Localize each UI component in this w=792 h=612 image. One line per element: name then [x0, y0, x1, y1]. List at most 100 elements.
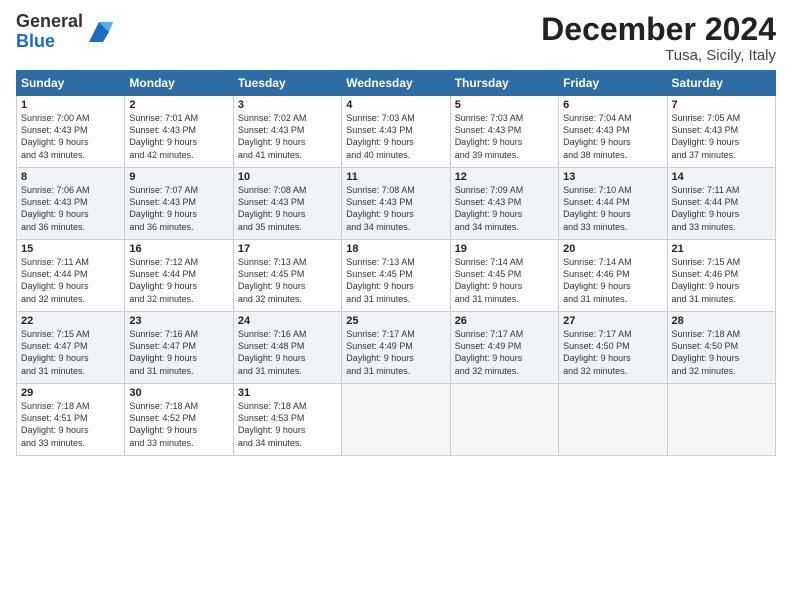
- day-info: Sunrise: 7:15 AMSunset: 4:46 PMDaylight:…: [672, 257, 741, 303]
- day-info: Sunrise: 7:11 AMSunset: 4:44 PMDaylight:…: [672, 185, 740, 231]
- calendar-cell: 11 Sunrise: 7:08 AMSunset: 4:43 PMDayligh…: [342, 168, 450, 240]
- day-info: Sunrise: 7:14 AMSunset: 4:46 PMDaylight:…: [563, 257, 632, 303]
- day-info: Sunrise: 7:16 AMSunset: 4:47 PMDaylight:…: [129, 329, 198, 375]
- day-number: 25: [346, 315, 445, 327]
- calendar-cell: 19 Sunrise: 7:14 AMSunset: 4:45 PMDayligh…: [450, 240, 558, 312]
- day-info: Sunrise: 7:18 AMSunset: 4:51 PMDaylight:…: [21, 401, 90, 447]
- title-block: December 2024 Tusa, Sicily, Italy: [541, 12, 776, 64]
- day-info: Sunrise: 7:10 AMSunset: 4:44 PMDaylight:…: [563, 185, 632, 231]
- calendar-cell: 14Sunrise: 7:11 AMSunset: 4:44 PMDayligh…: [667, 168, 775, 240]
- calendar-cell: 28 Sunrise: 7:18 AMSunset: 4:50 PMDayligh…: [667, 312, 775, 384]
- calendar-cell: 23 Sunrise: 7:16 AMSunset: 4:47 PMDayligh…: [125, 312, 233, 384]
- logo: General Blue: [16, 12, 113, 52]
- calendar-cell: 8 Sunrise: 7:06 AMSunset: 4:43 PMDaylight…: [17, 168, 125, 240]
- calendar-cell: 21 Sunrise: 7:15 AMSunset: 4:46 PMDayligh…: [667, 240, 775, 312]
- day-number: 29: [21, 387, 120, 399]
- day-number: 4: [346, 99, 445, 111]
- day-number: 26: [455, 315, 554, 327]
- col-saturday: Saturday: [667, 71, 775, 96]
- calendar-cell: 17 Sunrise: 7:13 AMSunset: 4:45 PMDayligh…: [233, 240, 341, 312]
- day-info: Sunrise: 7:08 AMSunset: 4:43 PMDaylight:…: [238, 185, 307, 231]
- day-number: 2: [129, 99, 228, 111]
- day-info: Sunrise: 7:18 AMSunset: 4:50 PMDaylight:…: [672, 329, 741, 375]
- calendar-cell: 26 Sunrise: 7:17 AMSunset: 4:49 PMDayligh…: [450, 312, 558, 384]
- calendar-cell: [342, 384, 450, 456]
- logo-icon: [85, 18, 113, 46]
- day-info: Sunrise: 7:08 AMSunset: 4:43 PMDaylight:…: [346, 185, 415, 231]
- calendar-week-4: 22Sunrise: 7:15 AMSunset: 4:47 PMDayligh…: [17, 312, 776, 384]
- day-info: Sunrise: 7:17 AMSunset: 4:49 PMDaylight:…: [455, 329, 524, 375]
- calendar-cell: [667, 384, 775, 456]
- calendar-cell: 6Sunrise: 7:04 AMSunset: 4:43 PMDaylight…: [559, 96, 667, 168]
- calendar-cell: 12Sunrise: 7:09 AMSunset: 4:43 PMDayligh…: [450, 168, 558, 240]
- calendar-cell: 4Sunrise: 7:03 AMSunset: 4:43 PMDaylight…: [342, 96, 450, 168]
- calendar-cell: 31 Sunrise: 7:18 AMSunset: 4:53 PMDayligh…: [233, 384, 341, 456]
- day-info: Sunrise: 7:00 AMSunset: 4:43 PMDaylight:…: [21, 113, 90, 159]
- day-number: 7: [672, 99, 771, 111]
- page-container: General Blue December 2024 Tusa, Sicily,…: [0, 0, 792, 464]
- day-number: 23: [129, 315, 228, 327]
- day-number: 31: [238, 387, 337, 399]
- calendar-cell: 2Sunrise: 7:01 AMSunset: 4:43 PMDaylight…: [125, 96, 233, 168]
- calendar-cell: [450, 384, 558, 456]
- calendar-cell: 15 Sunrise: 7:11 AMSunset: 4:44 PMDayligh…: [17, 240, 125, 312]
- calendar-cell: 25Sunrise: 7:17 AMSunset: 4:49 PMDayligh…: [342, 312, 450, 384]
- day-info: Sunrise: 7:13 AMSunset: 4:45 PMDaylight:…: [238, 257, 307, 303]
- day-number: 8: [21, 171, 120, 183]
- calendar-week-2: 8 Sunrise: 7:06 AMSunset: 4:43 PMDaylight…: [17, 168, 776, 240]
- calendar-cell: 20 Sunrise: 7:14 AMSunset: 4:46 PMDayligh…: [559, 240, 667, 312]
- header: General Blue December 2024 Tusa, Sicily,…: [16, 12, 776, 64]
- calendar-cell: 27 Sunrise: 7:17 AMSunset: 4:50 PMDayligh…: [559, 312, 667, 384]
- day-number: 21: [672, 243, 771, 255]
- day-number: 16: [129, 243, 228, 255]
- calendar-week-3: 15 Sunrise: 7:11 AMSunset: 4:44 PMDayligh…: [17, 240, 776, 312]
- day-info: Sunrise: 7:14 AMSunset: 4:45 PMDaylight:…: [455, 257, 524, 303]
- day-info: Sunrise: 7:11 AMSunset: 4:44 PMDaylight:…: [21, 257, 89, 303]
- day-number: 15: [21, 243, 120, 255]
- day-number: 17: [238, 243, 337, 255]
- day-number: 9: [129, 171, 228, 183]
- calendar-cell: 13 Sunrise: 7:10 AMSunset: 4:44 PMDayligh…: [559, 168, 667, 240]
- col-thursday: Thursday: [450, 71, 558, 96]
- day-number: 20: [563, 243, 662, 255]
- calendar-week-1: 1 Sunrise: 7:00 AMSunset: 4:43 PMDaylight…: [17, 96, 776, 168]
- day-info: Sunrise: 7:16 AMSunset: 4:48 PMDaylight:…: [238, 329, 307, 375]
- day-number: 27: [563, 315, 662, 327]
- calendar-cell: 7 Sunrise: 7:05 AMSunset: 4:43 PMDaylight…: [667, 96, 775, 168]
- day-info: Sunrise: 7:15 AMSunset: 4:47 PMDaylight:…: [21, 329, 90, 375]
- day-info: Sunrise: 7:12 AMSunset: 4:44 PMDaylight:…: [129, 257, 198, 303]
- day-info: Sunrise: 7:18 AMSunset: 4:53 PMDaylight:…: [238, 401, 307, 447]
- header-row: Sunday Monday Tuesday Wednesday Thursday…: [17, 71, 776, 96]
- day-info: Sunrise: 7:05 AMSunset: 4:43 PMDaylight:…: [672, 113, 741, 159]
- col-tuesday: Tuesday: [233, 71, 341, 96]
- calendar-cell: [559, 384, 667, 456]
- day-info: Sunrise: 7:06 AMSunset: 4:43 PMDaylight:…: [21, 185, 90, 231]
- calendar-cell: 10Sunrise: 7:08 AMSunset: 4:43 PMDayligh…: [233, 168, 341, 240]
- day-number: 1: [21, 99, 120, 111]
- day-info: Sunrise: 7:07 AMSunset: 4:43 PMDaylight:…: [129, 185, 198, 231]
- calendar-cell: 9 Sunrise: 7:07 AMSunset: 4:43 PMDaylight…: [125, 168, 233, 240]
- day-info: Sunrise: 7:18 AMSunset: 4:52 PMDaylight:…: [129, 401, 198, 447]
- calendar-cell: 16 Sunrise: 7:12 AMSunset: 4:44 PMDayligh…: [125, 240, 233, 312]
- day-number: 13: [563, 171, 662, 183]
- day-info: Sunrise: 7:17 AMSunset: 4:50 PMDaylight:…: [563, 329, 632, 375]
- day-number: 24: [238, 315, 337, 327]
- calendar-table: Sunday Monday Tuesday Wednesday Thursday…: [16, 70, 776, 456]
- calendar-cell: 22Sunrise: 7:15 AMSunset: 4:47 PMDayligh…: [17, 312, 125, 384]
- day-info: Sunrise: 7:02 AMSunset: 4:43 PMDaylight:…: [238, 113, 307, 159]
- calendar-cell: 1 Sunrise: 7:00 AMSunset: 4:43 PMDaylight…: [17, 96, 125, 168]
- location: Tusa, Sicily, Italy: [541, 47, 776, 64]
- day-number: 28: [672, 315, 771, 327]
- calendar-cell: 30Sunrise: 7:18 AMSunset: 4:52 PMDayligh…: [125, 384, 233, 456]
- day-number: 12: [455, 171, 554, 183]
- day-number: 11: [346, 171, 445, 183]
- col-friday: Friday: [559, 71, 667, 96]
- day-number: 19: [455, 243, 554, 255]
- col-wednesday: Wednesday: [342, 71, 450, 96]
- day-number: 5: [455, 99, 554, 111]
- day-number: 18: [346, 243, 445, 255]
- col-monday: Monday: [125, 71, 233, 96]
- day-number: 6: [563, 99, 662, 111]
- day-number: 3: [238, 99, 337, 111]
- col-sunday: Sunday: [17, 71, 125, 96]
